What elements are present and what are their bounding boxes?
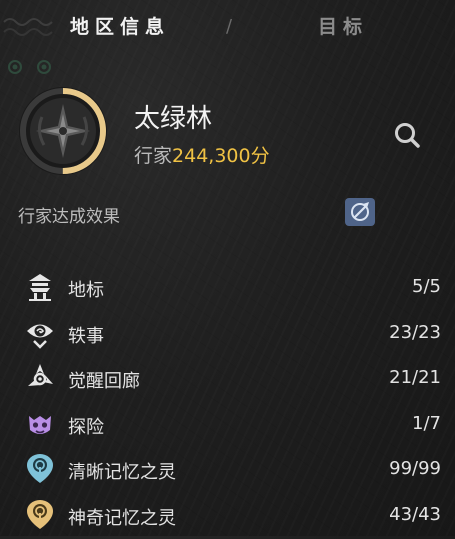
awakening-corridor-icon (28, 364, 53, 387)
stat-value: 23/23 (389, 321, 441, 343)
swirl-ornament-icon (8, 60, 51, 74)
stat-value: 21/21 (389, 367, 441, 389)
compass-effect-icon (351, 202, 369, 221)
stat-row-exploration[interactable]: 探险 1/7 (0, 402, 455, 448)
stat-value: 43/43 (389, 503, 441, 525)
stat-label: 清晰记忆之灵 (68, 462, 176, 484)
stat-row-landmark[interactable]: 地标 5/5 (0, 265, 455, 311)
tab-decoration (0, 14, 60, 44)
anecdote-icon (27, 324, 53, 349)
stat-label: 轶事 (68, 325, 104, 347)
tab-goals[interactable]: 目标 (318, 10, 368, 44)
region-emblem-icon (19, 87, 107, 175)
exploration-icon (29, 415, 51, 434)
stat-row-awakening-corridor[interactable]: 觉醒回廊 21/21 (0, 356, 455, 402)
stat-value: 1/7 (412, 412, 441, 434)
mastery-effect-button[interactable] (345, 198, 375, 226)
search-icon[interactable] (392, 120, 422, 150)
tab-separator: / (226, 16, 233, 37)
tab-region-info[interactable]: 地区信息 (70, 10, 170, 44)
rank-score: 244,300分 (172, 145, 270, 167)
landmark-icon (29, 274, 51, 301)
stat-label: 地标 (68, 280, 104, 301)
stat-value: 99/99 (389, 458, 441, 480)
rank-line: 行家244,300分 (134, 141, 270, 168)
region-stats-list: 地标 5/5 轶事 23/23 觉醒回廊 21/21 探险 1/7 清晰记忆之灵… (0, 265, 455, 539)
stat-row-anecdote[interactable]: 轶事 23/23 (0, 311, 455, 357)
stat-row-clear-memory-spirit[interactable]: 清晰记忆之灵 99/99 (0, 447, 455, 493)
stat-row-mystic-memory-spirit[interactable]: 神奇记忆之灵 43/43 (0, 493, 455, 539)
tab-bar: 地区信息 / 目标 (0, 0, 455, 56)
stat-label: 探险 (68, 416, 104, 438)
stat-label: 神奇记忆之灵 (68, 507, 176, 529)
clear-memory-spirit-icon (27, 454, 53, 484)
mastery-effect-label: 行家达成效果 (18, 207, 120, 227)
stat-value: 5/5 (412, 276, 441, 297)
mystic-memory-spirit-icon (27, 499, 53, 529)
region-name: 太绿林 (134, 104, 213, 134)
stat-label: 觉醒回廊 (68, 371, 140, 393)
rank-prefix: 行家 (134, 145, 173, 167)
